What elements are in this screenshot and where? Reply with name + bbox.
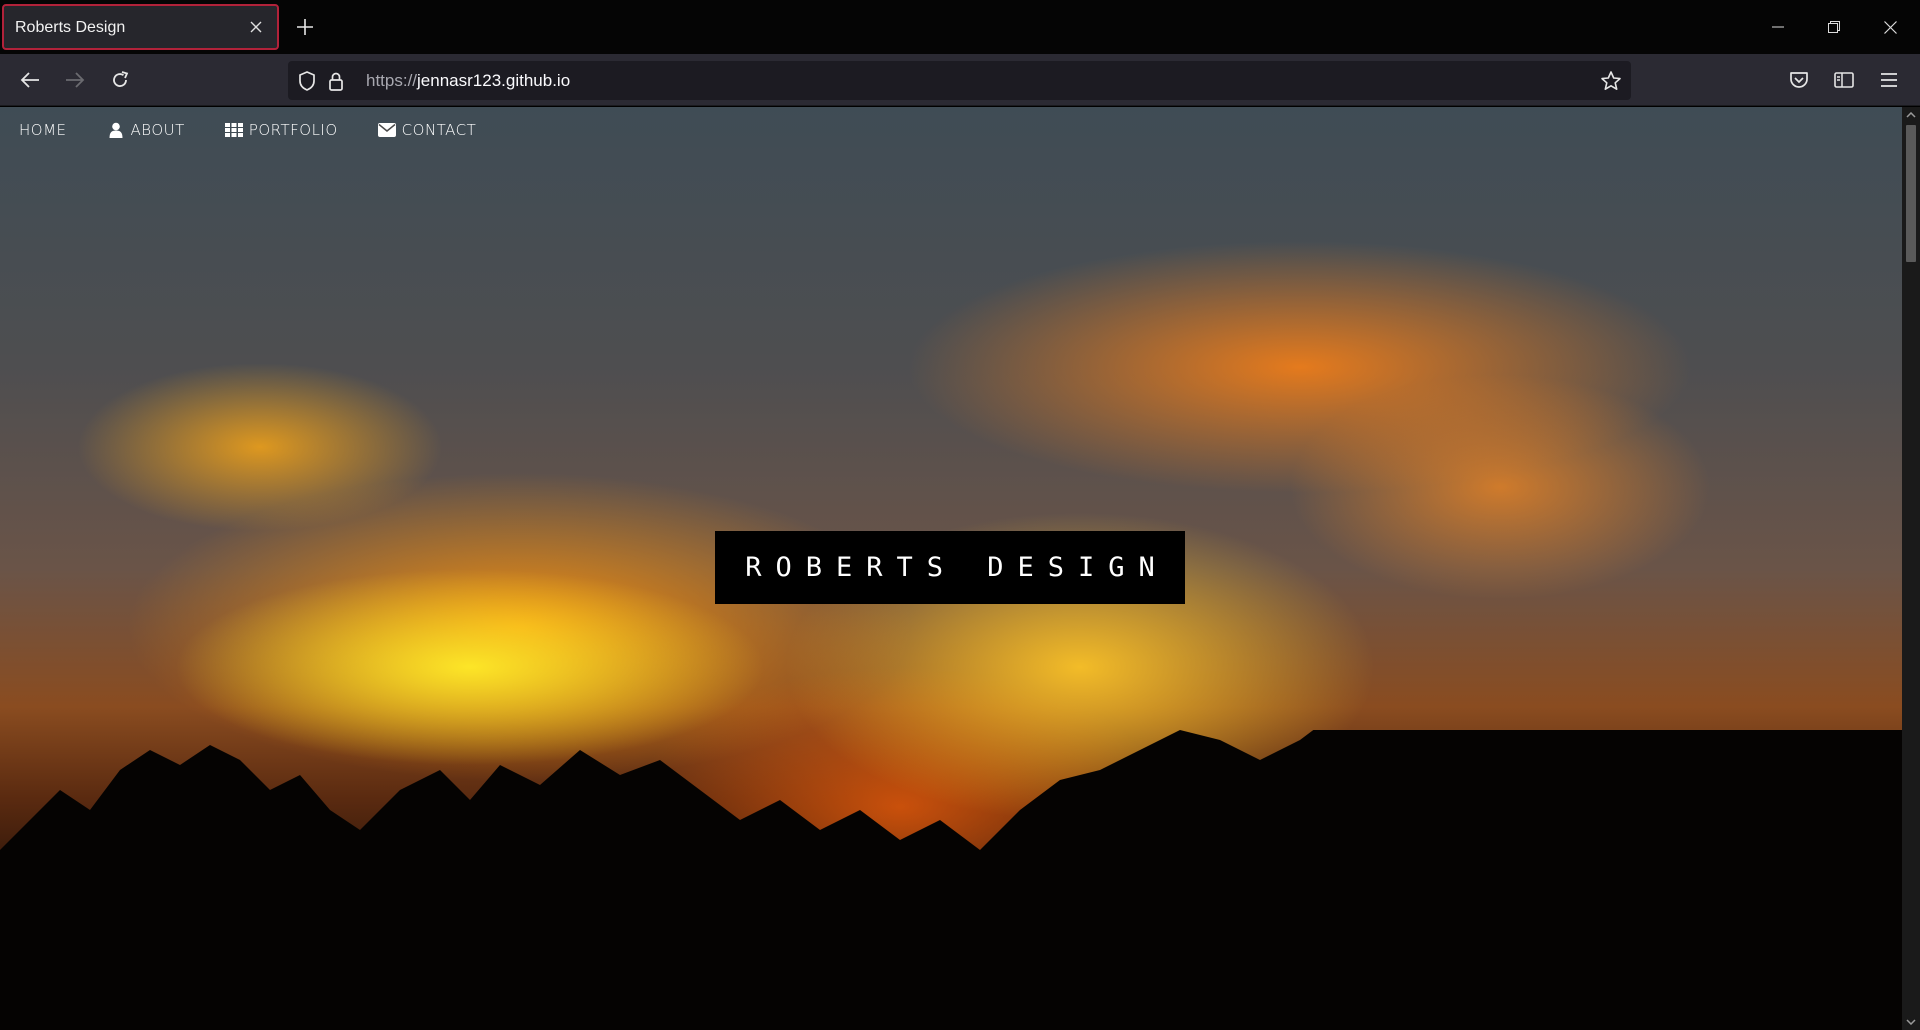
tree-silhouette [0,730,1902,1030]
tab-close-icon[interactable] [244,15,268,39]
hero-title: ROBERTS DESIGN [745,552,1169,583]
tab-title: Roberts Design [15,19,126,36]
nav-home-label: HOME [19,121,67,139]
navigation-toolbar: https://jennasr123.github.io [0,54,1920,106]
user-icon [106,122,126,138]
envelope-icon [377,122,397,138]
reload-icon[interactable] [102,62,138,98]
scroll-up-arrow-icon[interactable] [1905,109,1917,121]
nav-contact-label: CONTACT [401,121,477,139]
url-protocol: https:// [366,71,418,90]
bookmark-star-icon[interactable] [1599,69,1623,93]
minimize-icon[interactable] [1755,8,1801,46]
scroll-down-arrow-icon[interactable] [1905,1016,1917,1028]
hero-background-image: HOME ABOUT PORTFOLIO CONTACT ROBERTS DES… [0,107,1902,1030]
nav-portfolio-link[interactable]: PORTFOLIO [224,121,338,139]
tab-roberts-design[interactable]: Roberts Design [2,4,279,50]
nav-about-label: ABOUT [130,121,185,139]
tracking-shield-icon[interactable] [296,70,318,92]
nav-home-link[interactable]: HOME [19,121,67,139]
site-navigation: HOME ABOUT PORTFOLIO CONTACT [0,107,515,153]
url-bar[interactable]: https://jennasr123.github.io [288,61,1631,100]
forward-arrow-icon[interactable] [57,62,93,98]
url-text[interactable]: https://jennasr123.github.io [366,71,570,91]
close-window-icon[interactable] [1867,8,1913,46]
grid-icon [224,122,244,138]
tab-strip: Roberts Design [0,0,1920,54]
nav-contact-link[interactable]: CONTACT [377,121,477,139]
nav-about-link[interactable]: ABOUT [106,121,185,139]
hamburger-menu-icon[interactable] [1871,62,1907,98]
url-host: jennasr123.github.io [417,71,571,90]
restore-icon[interactable] [1811,8,1857,46]
new-tab-plus-icon[interactable] [292,14,318,40]
nav-portfolio-label: PORTFOLIO [248,121,338,139]
lock-icon[interactable] [325,70,347,92]
scrollbar-thumb[interactable] [1906,125,1916,262]
vertical-scrollbar[interactable] [1902,107,1920,1030]
pocket-icon[interactable] [1781,62,1817,98]
hero-title-box: ROBERTS DESIGN [715,531,1185,604]
sidebar-icon[interactable] [1826,62,1862,98]
back-arrow-icon[interactable] [12,62,48,98]
